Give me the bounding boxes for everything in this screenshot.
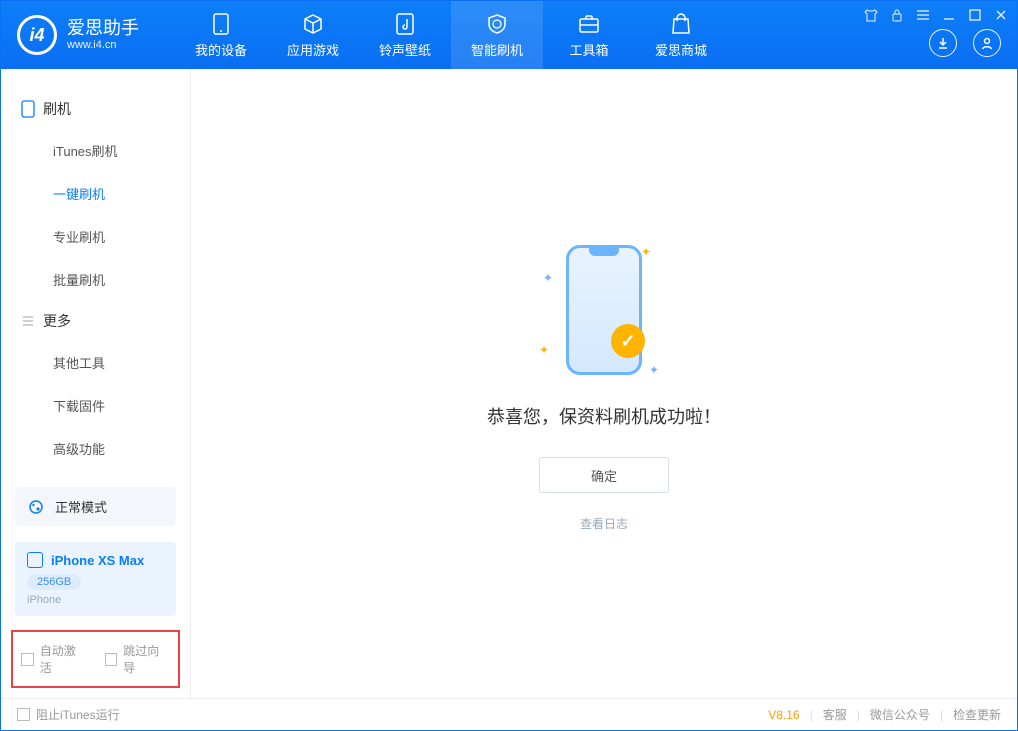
list-icon — [21, 314, 35, 328]
tab-my-device[interactable]: 我的设备 — [175, 1, 267, 69]
nav-tabs: 我的设备 应用游戏 铃声壁纸 智能刷机 工具箱 爱思商城 — [175, 1, 727, 69]
device-name-row: iPhone XS Max — [27, 552, 164, 568]
user-icon[interactable] — [973, 29, 1001, 57]
brand-glyph: i4 — [17, 15, 57, 55]
body: 刷机 iTunes刷机 一键刷机 专业刷机 批量刷机 更多 其他工具 下载固件 … — [1, 69, 1017, 698]
tab-label: 应用游戏 — [287, 40, 339, 59]
sidebar-section-flash: 刷机 — [1, 89, 190, 129]
checkbox-box-icon — [17, 708, 30, 721]
close-icon[interactable] — [993, 7, 1009, 23]
separator: | — [940, 708, 943, 722]
brand-name: 爱思助手 — [67, 18, 139, 40]
maximize-icon[interactable] — [967, 7, 983, 23]
phone-icon — [209, 12, 233, 36]
check-update-link[interactable]: 检查更新 — [953, 706, 1001, 723]
success-message: 恭喜您，保资料刷机成功啦！ — [487, 403, 721, 429]
device-icon — [27, 552, 43, 568]
tab-smart-flash[interactable]: 智能刷机 — [451, 1, 543, 69]
tshirt-icon[interactable] — [863, 7, 879, 23]
brand-url: www.i4.cn — [67, 39, 139, 52]
footer-right: V8.16 | 客服 | 微信公众号 | 检查更新 — [768, 706, 1001, 723]
tab-apps[interactable]: 应用游戏 — [267, 1, 359, 69]
title-action-buttons — [929, 29, 1001, 57]
device-name: iPhone XS Max — [51, 553, 144, 568]
view-log-link[interactable]: 查看日志 — [580, 515, 628, 532]
sparkle-icon: ✦ — [649, 363, 659, 377]
mode-status-box[interactable]: 正常模式 — [15, 487, 176, 526]
tab-label: 智能刷机 — [471, 40, 523, 59]
sparkle-icon: ✦ — [543, 271, 553, 285]
sidebar-item-batch-flash[interactable]: 批量刷机 — [1, 258, 190, 301]
success-illustration: ✦ ✦ ✦ ✦ ✓ — [539, 235, 669, 385]
sidebar-item-other-tools[interactable]: 其他工具 — [1, 341, 190, 384]
device-type: iPhone — [27, 594, 164, 606]
checkbox-box-icon — [105, 653, 118, 666]
confirm-button[interactable]: 确定 — [539, 457, 669, 493]
sparkle-icon: ✦ — [641, 245, 651, 259]
minimize-icon[interactable] — [941, 7, 957, 23]
phone-graphic: ✓ — [566, 245, 642, 375]
lock-icon[interactable] — [889, 7, 905, 23]
download-icon[interactable] — [929, 29, 957, 57]
sidebar-item-itunes-flash[interactable]: iTunes刷机 — [1, 129, 190, 172]
checkbox-label: 阻止iTunes运行 — [36, 706, 120, 723]
sidebar-item-download-firmware[interactable]: 下载固件 — [1, 384, 190, 427]
phone-notch — [589, 248, 619, 256]
checkbox-auto-activate[interactable]: 自动激活 — [21, 642, 87, 676]
device-capacity: 256GB — [27, 574, 81, 590]
tab-toolbox[interactable]: 工具箱 — [543, 1, 635, 69]
phone-small-icon — [21, 100, 35, 118]
device-info-box[interactable]: iPhone XS Max 256GB iPhone — [15, 542, 176, 616]
separator: | — [857, 708, 860, 722]
highlighted-checkbox-row: 自动激活 跳过向导 — [11, 630, 180, 688]
separator: | — [810, 708, 813, 722]
checkbox-block-itunes[interactable]: 阻止iTunes运行 — [17, 706, 120, 723]
cube-icon — [301, 12, 325, 36]
wechat-link[interactable]: 微信公众号 — [870, 706, 930, 723]
tab-store[interactable]: 爱思商城 — [635, 1, 727, 69]
brand-logo: i4 爱思助手 www.i4.cn — [1, 15, 155, 55]
tab-ringtone[interactable]: 铃声壁纸 — [359, 1, 451, 69]
titlebar: i4 爱思助手 www.i4.cn 我的设备 应用游戏 铃声壁纸 智能刷机 — [1, 1, 1017, 69]
music-file-icon — [393, 12, 417, 36]
main-content: ✦ ✦ ✦ ✦ ✓ 恭喜您，保资料刷机成功啦！ 确定 查看日志 — [191, 69, 1017, 698]
section-label: 刷机 — [43, 99, 71, 119]
section-label: 更多 — [43, 311, 71, 331]
checkbox-skip-wizard[interactable]: 跳过向导 — [105, 642, 171, 676]
sidebar-section-more: 更多 — [1, 301, 190, 341]
refresh-shield-icon — [485, 12, 509, 36]
checkbox-label: 跳过向导 — [123, 642, 170, 676]
tab-label: 我的设备 — [195, 40, 247, 59]
tab-label: 爱思商城 — [655, 40, 707, 59]
checkbox-label: 自动激活 — [40, 642, 87, 676]
sidebar: 刷机 iTunes刷机 一键刷机 专业刷机 批量刷机 更多 其他工具 下载固件 … — [1, 69, 191, 698]
mode-label: 正常模式 — [55, 497, 107, 516]
version-label: V8.16 — [768, 708, 799, 722]
mode-icon — [27, 498, 45, 516]
tab-label: 工具箱 — [569, 40, 608, 59]
checkbox-box-icon — [21, 653, 34, 666]
briefcase-icon — [577, 12, 601, 36]
sidebar-item-advanced[interactable]: 高级功能 — [1, 427, 190, 470]
shopping-bag-icon — [669, 12, 693, 36]
tab-label: 铃声壁纸 — [379, 40, 431, 59]
sparkle-icon: ✦ — [539, 343, 549, 357]
statusbar: 阻止iTunes运行 V8.16 | 客服 | 微信公众号 | 检查更新 — [1, 698, 1017, 730]
app-window: i4 爱思助手 www.i4.cn 我的设备 应用游戏 铃声壁纸 智能刷机 — [0, 0, 1018, 731]
sidebar-item-onekey-flash[interactable]: 一键刷机 — [1, 172, 190, 215]
window-controls — [863, 7, 1009, 23]
menu-icon[interactable] — [915, 7, 931, 23]
sidebar-item-pro-flash[interactable]: 专业刷机 — [1, 215, 190, 258]
check-badge-icon: ✓ — [611, 324, 645, 358]
customer-service-link[interactable]: 客服 — [823, 706, 847, 723]
